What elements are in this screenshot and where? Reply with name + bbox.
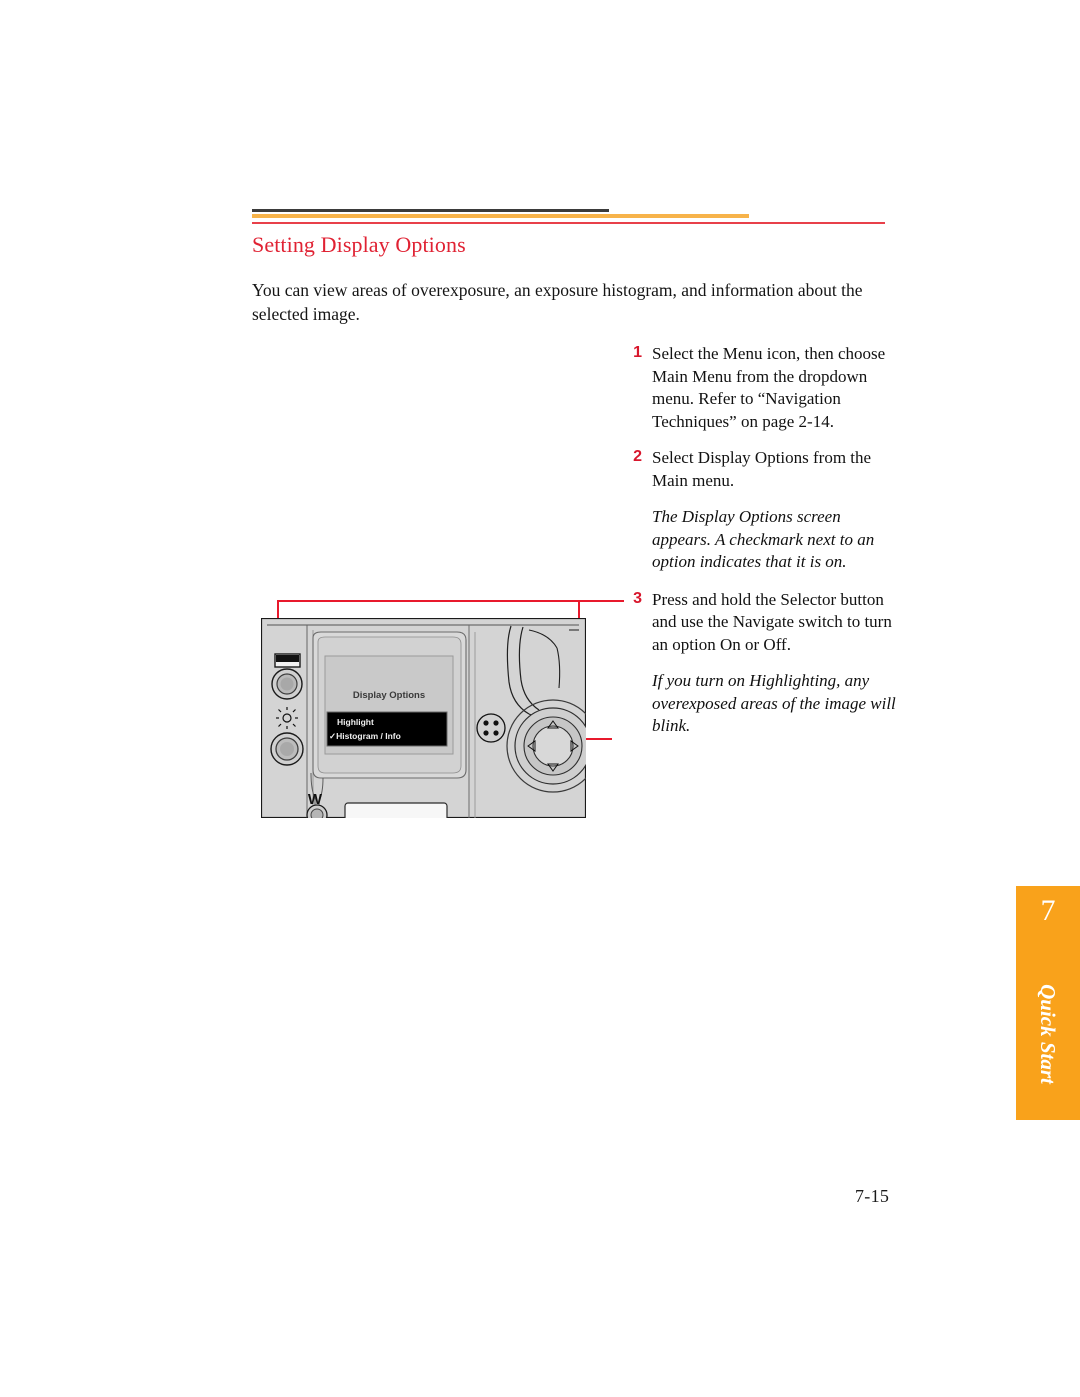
header-rule-dark bbox=[252, 209, 609, 212]
step-text: Select the Menu icon, then choose Main M… bbox=[652, 344, 886, 431]
step-text: Select Display Options from the Main men… bbox=[652, 448, 872, 490]
four-dot-button bbox=[476, 713, 506, 743]
callout-line-step3 bbox=[578, 600, 624, 602]
chapter-tab: 7 Quick Start bbox=[1016, 886, 1080, 1120]
step-text: Press and hold the Selector button and u… bbox=[652, 589, 892, 654]
procedure-steps: 1 Select the Menu icon, then choose Main… bbox=[624, 343, 896, 753]
list-item: 3 Press and hold the Selector button and… bbox=[624, 589, 896, 657]
chapter-label: Quick Start bbox=[1036, 984, 1061, 1084]
header-rule-red bbox=[252, 222, 885, 224]
lcd-menu-item-histogram-info: ✓Histogram / Info bbox=[329, 731, 401, 741]
lcd-title: Display Options bbox=[353, 690, 425, 701]
list-item: 2 Select Display Options from the Main m… bbox=[624, 447, 896, 492]
camera-illustration: Display Options Highlight ✓Histogram / I… bbox=[261, 618, 586, 818]
step-number: 1 bbox=[633, 344, 642, 361]
list-item: 1 Select the Menu icon, then choose Main… bbox=[624, 343, 896, 433]
step-number: 2 bbox=[633, 448, 642, 465]
note-text: If you turn on Highlighting, any overexp… bbox=[652, 671, 896, 735]
intro-paragraph: You can view areas of overexposure, an e… bbox=[252, 280, 863, 324]
note-text: The Display Options screen appears. A ch… bbox=[652, 507, 875, 571]
document-page: Setting Display Options You can view are… bbox=[0, 0, 1080, 1397]
callout-line-left-horizontal bbox=[277, 600, 579, 602]
step-number: 3 bbox=[633, 589, 642, 607]
page-title: Setting Display Options bbox=[252, 232, 466, 257]
page-number: 7-15 bbox=[855, 1186, 890, 1206]
header-rule-gold bbox=[252, 214, 749, 218]
lcd-menu-item-highlight: Highlight bbox=[337, 717, 374, 727]
chapter-number: 7 bbox=[1040, 894, 1056, 927]
